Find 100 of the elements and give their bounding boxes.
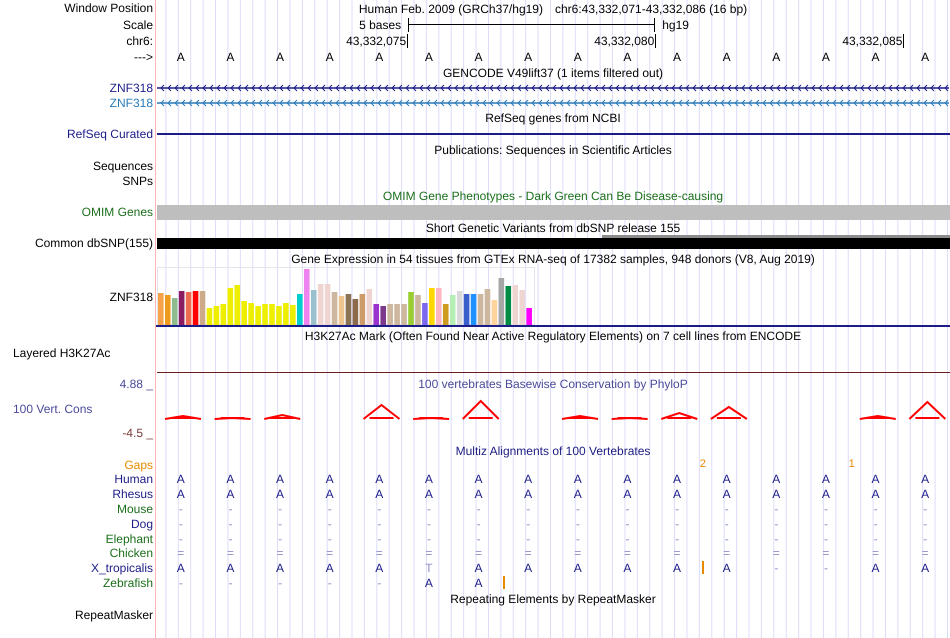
aligned-base: - xyxy=(377,518,382,530)
track-label: Gaps xyxy=(124,459,153,471)
aligned-base: A xyxy=(176,562,185,574)
aligned-base: A xyxy=(574,473,582,486)
track-label: chr6: xyxy=(126,35,153,47)
assembly-name: Human Feb. 2009 (GRCh37/hg19) xyxy=(358,3,543,15)
aligned-base: - xyxy=(377,576,382,589)
track-label: 100 Vert. Cons xyxy=(12,402,94,414)
aligned-base: - xyxy=(178,502,183,515)
aligned-base: = xyxy=(922,547,929,560)
aligned-base: - xyxy=(426,518,431,530)
track-label: ZNF318 xyxy=(110,82,153,94)
aligned-base: A xyxy=(921,562,930,574)
aligned-base: - xyxy=(774,532,778,545)
aligned-base: = xyxy=(674,547,681,560)
aligned-base: A xyxy=(474,576,483,589)
aligned-base: - xyxy=(576,502,580,515)
aligned-base: A xyxy=(424,473,433,486)
species-label: Elephant xyxy=(106,532,153,545)
aligned-base: = xyxy=(276,547,284,560)
aligned-base: A xyxy=(326,488,334,500)
aligned-base: - xyxy=(278,502,282,515)
track-title: GENCODE V49lift37 (1 items filtered out) xyxy=(442,66,664,78)
aligned-base: - xyxy=(526,502,530,515)
aligned-base: - xyxy=(874,532,878,545)
base-letter: A xyxy=(474,51,483,63)
aligned-base: A xyxy=(375,488,384,500)
aligned-base: - xyxy=(724,532,729,545)
aligned-base: = xyxy=(425,547,432,560)
scale-label: 5 bases xyxy=(359,18,402,30)
aligned-base: - xyxy=(278,576,282,589)
base-letter: A xyxy=(921,51,930,63)
aligned-base: - xyxy=(824,562,828,574)
track-label: Scale xyxy=(122,18,153,30)
aligned-base: - xyxy=(923,532,928,545)
base-letter: A xyxy=(176,51,185,63)
aligned-base: A xyxy=(375,562,384,574)
aligned-base: = xyxy=(226,547,234,560)
aligned-base: - xyxy=(774,502,778,515)
aligned-base: - xyxy=(774,562,778,574)
species-label: Zebrafish xyxy=(102,576,153,589)
aligned-base: - xyxy=(724,518,729,530)
gap-count: 1 xyxy=(848,459,855,471)
gene-strand-drawing[interactable] xyxy=(157,82,949,92)
species-label: Rhesus xyxy=(112,488,153,500)
aligned-base: A xyxy=(524,488,532,500)
aligned-base: A xyxy=(276,562,284,574)
aligned-base: A xyxy=(623,488,632,500)
base-letter: A xyxy=(326,51,334,63)
aligned-base: - xyxy=(476,518,481,530)
aligned-base: A xyxy=(326,562,334,574)
aligned-base: - xyxy=(328,576,332,589)
axis-max-label: 4.88 _ xyxy=(120,378,154,390)
base-letter: A xyxy=(524,51,532,63)
track-label: Window Position xyxy=(64,2,153,14)
aligned-base: = xyxy=(326,547,334,560)
aligned-base: T xyxy=(425,562,433,574)
aligned-base: - xyxy=(923,502,928,515)
base-letter: A xyxy=(574,51,582,63)
aligned-base: - xyxy=(675,532,680,545)
gap-count: 2 xyxy=(700,459,706,471)
track-label: RefSeq Curated xyxy=(66,128,153,140)
aligned-base: A xyxy=(673,488,682,500)
aligned-base: A xyxy=(474,488,483,500)
track-title: 100 vertebrates Basewise Conservation by PhyloP xyxy=(418,378,688,390)
aligned-base: - xyxy=(625,532,630,545)
aligned-base: A xyxy=(226,473,234,486)
track-label: RepeatMasker xyxy=(74,608,153,621)
aligned-base: = xyxy=(822,547,830,560)
aligned-base: - xyxy=(426,502,431,515)
aligned-base: - xyxy=(178,532,183,545)
aligned-base: A xyxy=(623,562,632,574)
track-label: ---> xyxy=(134,51,153,63)
track-label: Common dbSNP(155) xyxy=(34,237,153,249)
aligned-base: = xyxy=(475,547,482,560)
aligned-base: - xyxy=(824,502,828,515)
aligned-base: A xyxy=(176,473,185,486)
aligned-base: - xyxy=(377,502,382,515)
aligned-base: - xyxy=(476,502,481,515)
aligned-base: - xyxy=(576,532,580,545)
aligned-base: A xyxy=(872,488,880,500)
track-label: ZNF318 xyxy=(110,291,153,303)
aligned-base: A xyxy=(474,562,483,574)
track-label: SNPs xyxy=(122,174,153,186)
aligned-base: A xyxy=(623,473,632,486)
track-title: Short Genetic Variants from dbSNP release 155 xyxy=(426,222,680,234)
aligned-base: = xyxy=(177,547,184,560)
aligned-base: = xyxy=(524,547,532,560)
coordinate-tick: 43,332,080 xyxy=(594,34,656,48)
aligned-base: - xyxy=(625,502,630,515)
aligned-base: A xyxy=(375,473,384,486)
aligned-base: A xyxy=(872,562,880,574)
expression-bars-drawing[interactable] xyxy=(157,267,535,325)
species-label: Dog xyxy=(130,518,153,530)
aligned-base: - xyxy=(377,532,382,545)
aligned-base: = xyxy=(723,547,730,560)
aligned-base: - xyxy=(874,518,878,530)
aligned-base: A xyxy=(822,473,830,486)
aligned-base: = xyxy=(624,547,631,560)
aligned-base: - xyxy=(228,532,232,545)
